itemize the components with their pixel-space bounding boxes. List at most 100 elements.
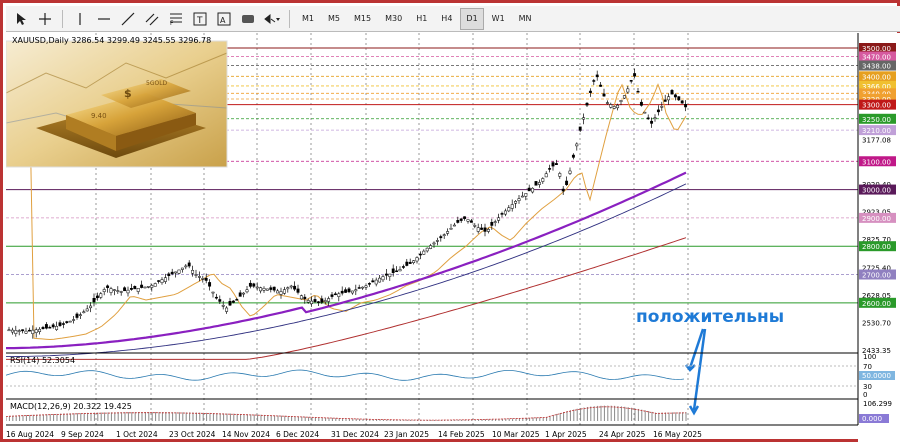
cursor-icon[interactable] — [10, 8, 32, 30]
candle-body — [276, 290, 280, 294]
timeframe-d1[interactable]: D1 — [460, 7, 484, 30]
candle-body — [55, 326, 59, 330]
equidistant-channel-icon[interactable] — [141, 8, 163, 30]
candle-body — [157, 280, 161, 282]
shapes-icon[interactable] — [237, 8, 259, 30]
price-label: 3438.00 — [862, 63, 891, 71]
candle-body — [269, 287, 273, 290]
chart-area[interactable]: $ 9.40 5GOLD XAUUSD,Daily 3286.54 3299.4… — [5, 33, 900, 442]
candle-body — [170, 271, 174, 275]
candle-body — [41, 327, 45, 329]
candle-body — [415, 257, 419, 262]
date-label: 1 Oct 2024 — [116, 430, 158, 439]
candle-body — [412, 260, 416, 263]
candle-body — [34, 329, 38, 333]
date-label: 24 Apr 2025 — [599, 430, 646, 439]
horizontal-line-icon[interactable] — [93, 8, 115, 30]
timeframe-m15[interactable]: M15 — [348, 8, 377, 30]
candle-body — [636, 91, 640, 93]
candle-body — [463, 216, 467, 219]
candle-body — [408, 261, 412, 264]
candle-body — [330, 294, 334, 297]
candle-body — [524, 193, 528, 197]
candle-body — [344, 289, 348, 293]
candle-body — [469, 220, 473, 223]
candle-body — [670, 90, 674, 95]
candle-body — [126, 289, 130, 294]
candle-body — [429, 245, 433, 249]
price-label: 3300.00 — [862, 102, 891, 110]
candle-body — [592, 80, 596, 82]
fibonacci-icon[interactable]: F — [165, 8, 187, 30]
timeframe-h4[interactable]: H4 — [435, 8, 458, 30]
vertical-line-icon[interactable] — [69, 8, 91, 30]
candle-body — [653, 117, 657, 120]
candle-body — [106, 285, 110, 288]
candle-body — [327, 298, 331, 302]
date-label: 23 Jan 2025 — [384, 430, 429, 439]
svg-text:F: F — [170, 20, 174, 26]
timeframe-m30[interactable]: M30 — [379, 8, 408, 30]
candle-body — [293, 285, 297, 290]
arrows-dropdown-icon[interactable] — [261, 8, 283, 30]
price-label: 2700.00 — [862, 272, 891, 280]
rsi-level-30: 30 — [863, 383, 872, 391]
candle-body — [211, 291, 215, 294]
candle-body — [44, 324, 48, 329]
candle-body — [684, 104, 688, 108]
date-label: 14 Nov 2024 — [222, 430, 270, 439]
candle-body — [558, 173, 562, 177]
timeframe-w1[interactable]: W1 — [486, 8, 511, 30]
price-label: 3250.00 — [862, 116, 891, 124]
candle-body — [439, 236, 443, 239]
candle-body — [527, 187, 531, 192]
timeframe-h1[interactable]: H1 — [410, 8, 433, 30]
candle-body — [306, 300, 310, 303]
date-label: 16 Aug 2024 — [6, 430, 54, 439]
candle-body — [595, 74, 599, 78]
text-tool-icon[interactable]: T — [189, 8, 211, 30]
timeframe-m5[interactable]: M5 — [322, 8, 346, 30]
price-chart[interactable]: $ 9.40 5GOLD XAUUSD,Daily 3286.54 3299.4… — [5, 33, 900, 442]
candle-body — [214, 296, 218, 299]
annotation-text: положительны — [636, 307, 784, 327]
candle-body — [554, 163, 558, 165]
timeframe-m1[interactable]: M1 — [296, 8, 320, 30]
candle-body — [480, 227, 484, 230]
svg-text:A: A — [220, 16, 226, 25]
candle-body — [367, 283, 371, 285]
candle-body — [133, 286, 137, 290]
candle-body — [673, 94, 677, 98]
candle-body — [238, 292, 242, 297]
candle-body — [490, 221, 494, 226]
date-axis-labels: 16 Aug 2024 9 Sep 2024 1 Oct 2024 23 Oct 20… — [6, 430, 702, 439]
candle-body — [265, 288, 269, 291]
candle-body — [582, 117, 586, 120]
candle-body — [561, 188, 565, 192]
candle-body — [333, 293, 337, 296]
candle-body — [245, 289, 249, 293]
candle-body — [446, 231, 450, 234]
candle-body — [371, 280, 375, 283]
date-label: 14 Feb 2025 — [438, 430, 485, 439]
crosshair-icon[interactable] — [34, 8, 56, 30]
candle-body — [248, 282, 252, 287]
trendline-icon[interactable] — [117, 8, 139, 30]
svg-text:$: $ — [124, 87, 132, 100]
candle-body — [500, 213, 504, 215]
candle-body — [619, 100, 623, 102]
candle-body — [510, 204, 514, 209]
candle-body — [204, 277, 208, 281]
timeframe-mn[interactable]: MN — [513, 8, 538, 30]
candle-body — [262, 288, 266, 291]
label-tool-icon[interactable]: A — [213, 8, 235, 30]
macd-level-top: 106.299 — [863, 400, 892, 408]
candle-body — [24, 330, 28, 334]
candle-body — [599, 84, 603, 87]
rsi-level-0: 0 — [863, 391, 867, 399]
candle-body — [486, 229, 490, 232]
symbol-info: XAUUSD,Daily 3286.54 3299.49 3245.55 329… — [12, 36, 211, 45]
candle-body — [568, 170, 572, 174]
candle-body — [354, 289, 358, 292]
price-label: 2800.00 — [862, 243, 891, 251]
